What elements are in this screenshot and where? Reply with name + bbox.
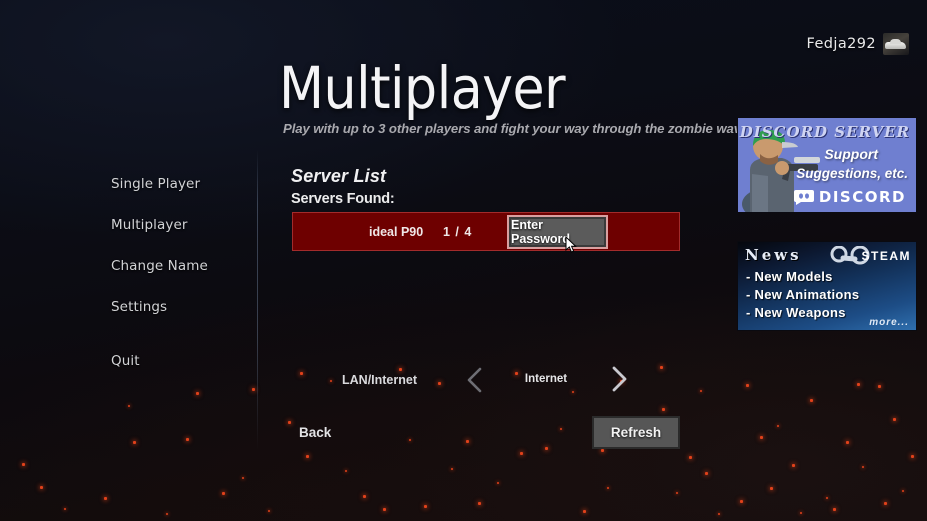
user-name: Fedja292: [806, 36, 876, 52]
sidebar-item-change-name[interactable]: Change Name: [111, 258, 251, 274]
discord-banner-line1: Support: [824, 146, 878, 162]
sidebar-item-settings[interactable]: Settings: [111, 299, 251, 315]
page-title: Multiplayer: [279, 54, 566, 122]
mode-label: LAN/Internet: [342, 373, 417, 387]
refresh-button[interactable]: Refresh: [592, 416, 680, 449]
discord-banner-title: DISCORD SERVER: [739, 123, 910, 141]
news-item-1: - New Animations: [746, 287, 860, 302]
chevron-right-icon[interactable]: [608, 365, 630, 393]
discord-logo-icon: [793, 190, 814, 205]
sidebar-menu: Single Player Multiplayer Change Name Se…: [111, 176, 251, 394]
game-menu-screen: Fedja292 Multiplayer Play with up to 3 o…: [0, 0, 927, 521]
back-button[interactable]: Back: [299, 425, 331, 440]
discord-brand: DISCORD: [793, 188, 906, 206]
servers-found-label: Servers Found:: [291, 191, 395, 207]
sidebar-item-single-player[interactable]: Single Player: [111, 176, 251, 192]
server-list-title: Server List: [291, 166, 387, 186]
enter-password-button[interactable]: Enter Password: [507, 215, 608, 249]
discord-banner-line2: Suggestions, etc.: [796, 166, 908, 181]
server-name: ideal P90: [369, 224, 424, 239]
news-item-2: - New Weapons: [746, 305, 846, 320]
page-subtitle: Play with up to 3 other players and figh…: [283, 121, 756, 136]
user-profile[interactable]: Fedja292: [807, 33, 909, 55]
sidebar-item-multiplayer[interactable]: Multiplayer: [111, 217, 251, 233]
sidebar-divider: [257, 150, 258, 450]
table-row[interactable]: ideal P90 1 / 4 Enter Password: [292, 212, 680, 251]
avatar: [883, 33, 909, 55]
discord-brand-label: DISCORD: [818, 188, 906, 206]
news-more-link[interactable]: more...: [869, 317, 909, 328]
news-item-0: - New Models: [746, 269, 833, 284]
mouse-pointer-icon: [565, 236, 577, 253]
mode-value: Internet: [524, 373, 568, 385]
chevron-left-icon[interactable]: [465, 367, 485, 393]
sidebar-item-quit[interactable]: Quit: [111, 353, 251, 369]
discord-banner[interactable]: DISCORD SERVER Support Suggestions, etc.…: [737, 117, 917, 213]
news-banner-title: News: [745, 246, 802, 264]
server-player-count: 1 / 4: [443, 224, 473, 239]
news-banner[interactable]: News STEAM - New Models - New Animations…: [737, 241, 917, 331]
news-platform-label: STEAM: [861, 249, 911, 263]
